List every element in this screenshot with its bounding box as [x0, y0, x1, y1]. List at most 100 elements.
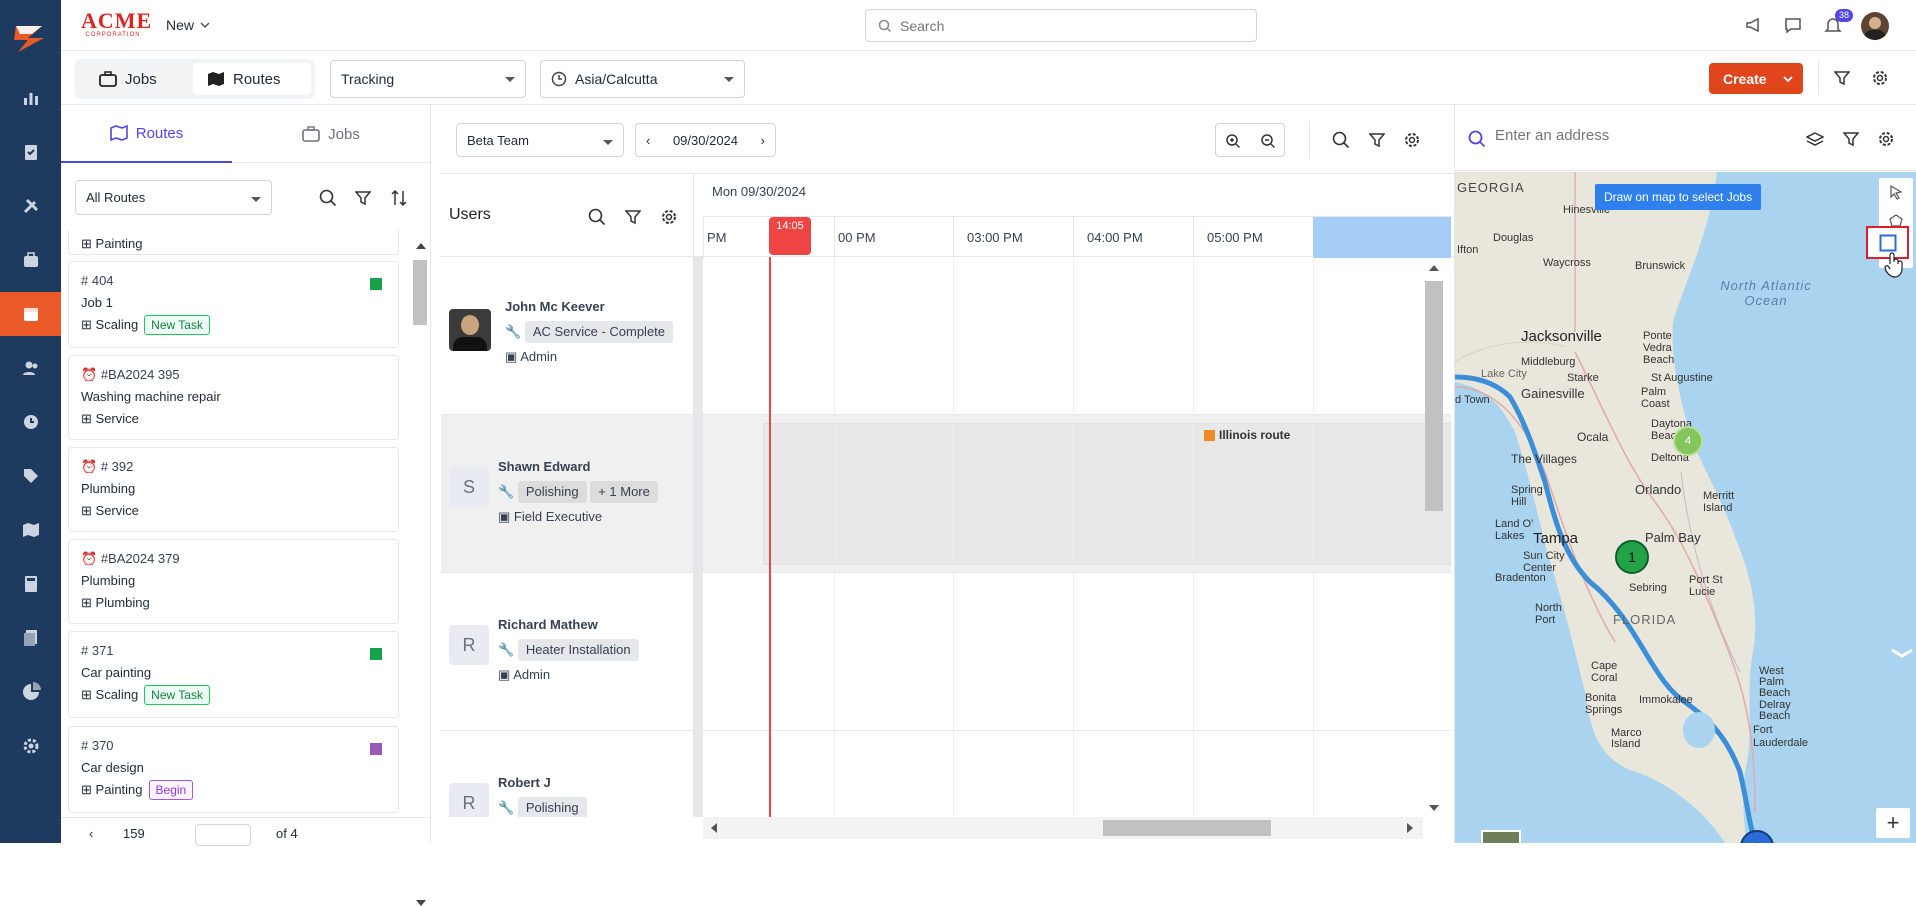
user-row[interactable]: John Mc Keever 🔧 AC Service - Complete ▣…	[441, 257, 1451, 415]
scroll-down-arrow[interactable]	[416, 900, 426, 906]
list-item[interactable]: # 370 Car design ⊞ Painting Begin	[68, 726, 399, 813]
chat-icon[interactable]	[1783, 15, 1803, 35]
timezone-select[interactable]: Asia/Calcutta	[540, 60, 745, 98]
avatar: R	[449, 625, 489, 665]
nav-documents-icon[interactable]	[0, 616, 61, 660]
scheduler-panel: Beta Team ‹ 09/30/2024 › Users Mon 09/30…	[441, 105, 1454, 843]
route-list: ⊞ Painting # 404 Job 1 ⊞ Scaling New Task…	[61, 230, 411, 820]
scroll-thumb[interactable]	[413, 260, 427, 325]
route-color-square	[370, 743, 382, 755]
jobs-view-button[interactable]: Jobs	[85, 63, 171, 95]
scroll-thumb[interactable]	[1103, 820, 1271, 836]
nav-dashboard-icon[interactable]	[0, 76, 61, 120]
user-row[interactable]: S Shawn Edward 🔧 Polishing + 1 More ▣ Fi…	[441, 415, 1451, 573]
filter-icon[interactable]	[1834, 70, 1850, 86]
nav-settings-icon[interactable]	[0, 724, 61, 768]
scroll-thumb[interactable]	[1425, 281, 1443, 511]
nav-users-icon[interactable]	[0, 346, 61, 390]
megaphone-icon[interactable]	[1744, 15, 1764, 35]
nav-map-icon[interactable]	[0, 508, 61, 552]
search-icon[interactable]	[319, 189, 337, 207]
pager: ‹ 159 of 4	[61, 817, 431, 846]
gear-icon[interactable]	[1877, 130, 1895, 148]
zoom-in-button[interactable]: +	[1876, 808, 1910, 838]
filter-icon[interactable]	[625, 209, 641, 225]
gear-icon[interactable]	[660, 208, 678, 226]
nav-tasks-icon[interactable]	[0, 130, 61, 174]
tab-jobs[interactable]: Jobs	[246, 105, 416, 163]
user-avatar[interactable]	[1861, 12, 1889, 40]
scroll-up-arrow[interactable]	[1429, 265, 1439, 271]
team-select[interactable]: Beta Team	[456, 123, 624, 157]
current-time-badge: 14:05	[769, 217, 811, 255]
list-item[interactable]: ⏰ #BA2024 379 Plumbing ⊞ Plumbing	[68, 539, 399, 624]
create-button[interactable]: Create	[1709, 63, 1803, 94]
company-logo[interactable]: ACME CORPORATION	[81, 10, 151, 40]
users-header: Users	[449, 206, 491, 223]
search-icon	[878, 19, 892, 32]
nav-tag-icon[interactable]	[0, 454, 61, 498]
fullscreen-icon[interactable]	[1890, 642, 1914, 666]
new-menu-button[interactable]: New	[166, 17, 210, 33]
job-cluster-marker[interactable]: 1	[1615, 540, 1649, 574]
zoom-in-icon[interactable]	[1225, 133, 1241, 149]
cursor-icon[interactable]	[1888, 184, 1904, 200]
list-item[interactable]: ⊞ Painting	[68, 230, 399, 255]
day-label: Mon 09/30/2024	[712, 184, 806, 199]
list-item[interactable]: # 371 Car painting ⊞ Scaling New Task	[68, 631, 399, 718]
next-date-icon[interactable]: ›	[761, 133, 765, 148]
status-badge: New Task	[144, 685, 210, 705]
zoom-out-icon[interactable]	[1260, 133, 1276, 149]
scroll-up-arrow[interactable]	[416, 243, 426, 249]
routes-view-button[interactable]: Routes	[193, 63, 311, 95]
nav-briefcase-icon[interactable]	[0, 238, 61, 282]
view-switcher: Jobs Routes	[75, 59, 315, 99]
panel-tabs: Routes Jobs	[61, 105, 431, 163]
alarm-icon: ⏰	[81, 551, 98, 566]
address-input[interactable]	[1495, 127, 1775, 144]
pager-prev-icon[interactable]: ‹	[89, 826, 93, 841]
map-thumbnail[interactable]	[1481, 830, 1521, 843]
sort-icon[interactable]	[390, 189, 408, 207]
routes-filter-select[interactable]: All Routes	[75, 180, 272, 215]
routes-panel: Routes Jobs All Routes ⊞ Painting # 404 …	[61, 105, 431, 906]
list-item[interactable]: ⏰ #BA2024 395 Washing machine repair ⊞ S…	[68, 355, 399, 440]
layers-icon[interactable]	[1806, 131, 1824, 147]
search-icon[interactable]	[1332, 131, 1350, 149]
search-box[interactable]	[865, 9, 1257, 42]
search-icon[interactable]	[588, 208, 606, 226]
filter-icon[interactable]	[355, 190, 371, 206]
chevron-down-icon	[1783, 76, 1793, 83]
map-canvas[interactable]: GEORGIA Hinesville Douglas Brunswick Way…	[1455, 172, 1916, 843]
more-skills-chip[interactable]: + 1 More	[590, 481, 658, 503]
filter-icon[interactable]	[1369, 132, 1385, 148]
tracking-select[interactable]: Tracking	[330, 60, 526, 98]
nav-calculator-icon[interactable]	[0, 562, 61, 606]
scheduler-body: John Mc Keever 🔧 AC Service - Complete ▣…	[441, 257, 1451, 817]
app-logo-icon[interactable]	[10, 18, 50, 58]
prev-date-icon[interactable]: ‹	[646, 133, 650, 148]
scroll-right-arrow[interactable]	[1407, 823, 1413, 833]
route-event-bar[interactable]: Illinois route	[763, 423, 1451, 565]
tab-routes[interactable]: Routes	[61, 105, 232, 163]
gear-icon[interactable]	[1403, 131, 1421, 149]
user-row[interactable]: R Robert J 🔧 Polishing	[441, 731, 1451, 817]
nav-reports-icon[interactable]	[0, 670, 61, 714]
nav-tools-icon[interactable]	[0, 184, 61, 228]
scroll-left-arrow[interactable]	[711, 823, 717, 833]
job-cluster-marker[interactable]: 4	[1673, 426, 1703, 456]
filter-icon[interactable]	[1843, 131, 1859, 147]
search-input[interactable]	[900, 17, 1240, 34]
map-labels: GEORGIA Hinesville Douglas Brunswick Way…	[1455, 180, 1812, 750]
wrench-icon: 🔧	[498, 642, 515, 657]
list-scrollbar[interactable]	[411, 235, 429, 906]
nav-calendar-icon[interactable]	[0, 292, 61, 336]
nav-clock-icon[interactable]	[0, 400, 61, 444]
gear-icon[interactable]	[1871, 69, 1889, 87]
list-item[interactable]: # 404 Job 1 ⊞ Scaling New Task	[68, 261, 399, 348]
vertical-scrollbar[interactable]	[1423, 257, 1445, 817]
horizontal-scrollbar[interactable]	[703, 817, 1423, 839]
list-item[interactable]: ⏰ # 392 Plumbing ⊞ Service	[68, 447, 399, 532]
user-row[interactable]: R Richard Mathew 🔧 Heater Installation ▣…	[441, 573, 1451, 731]
scroll-down-arrow[interactable]	[1429, 805, 1439, 811]
